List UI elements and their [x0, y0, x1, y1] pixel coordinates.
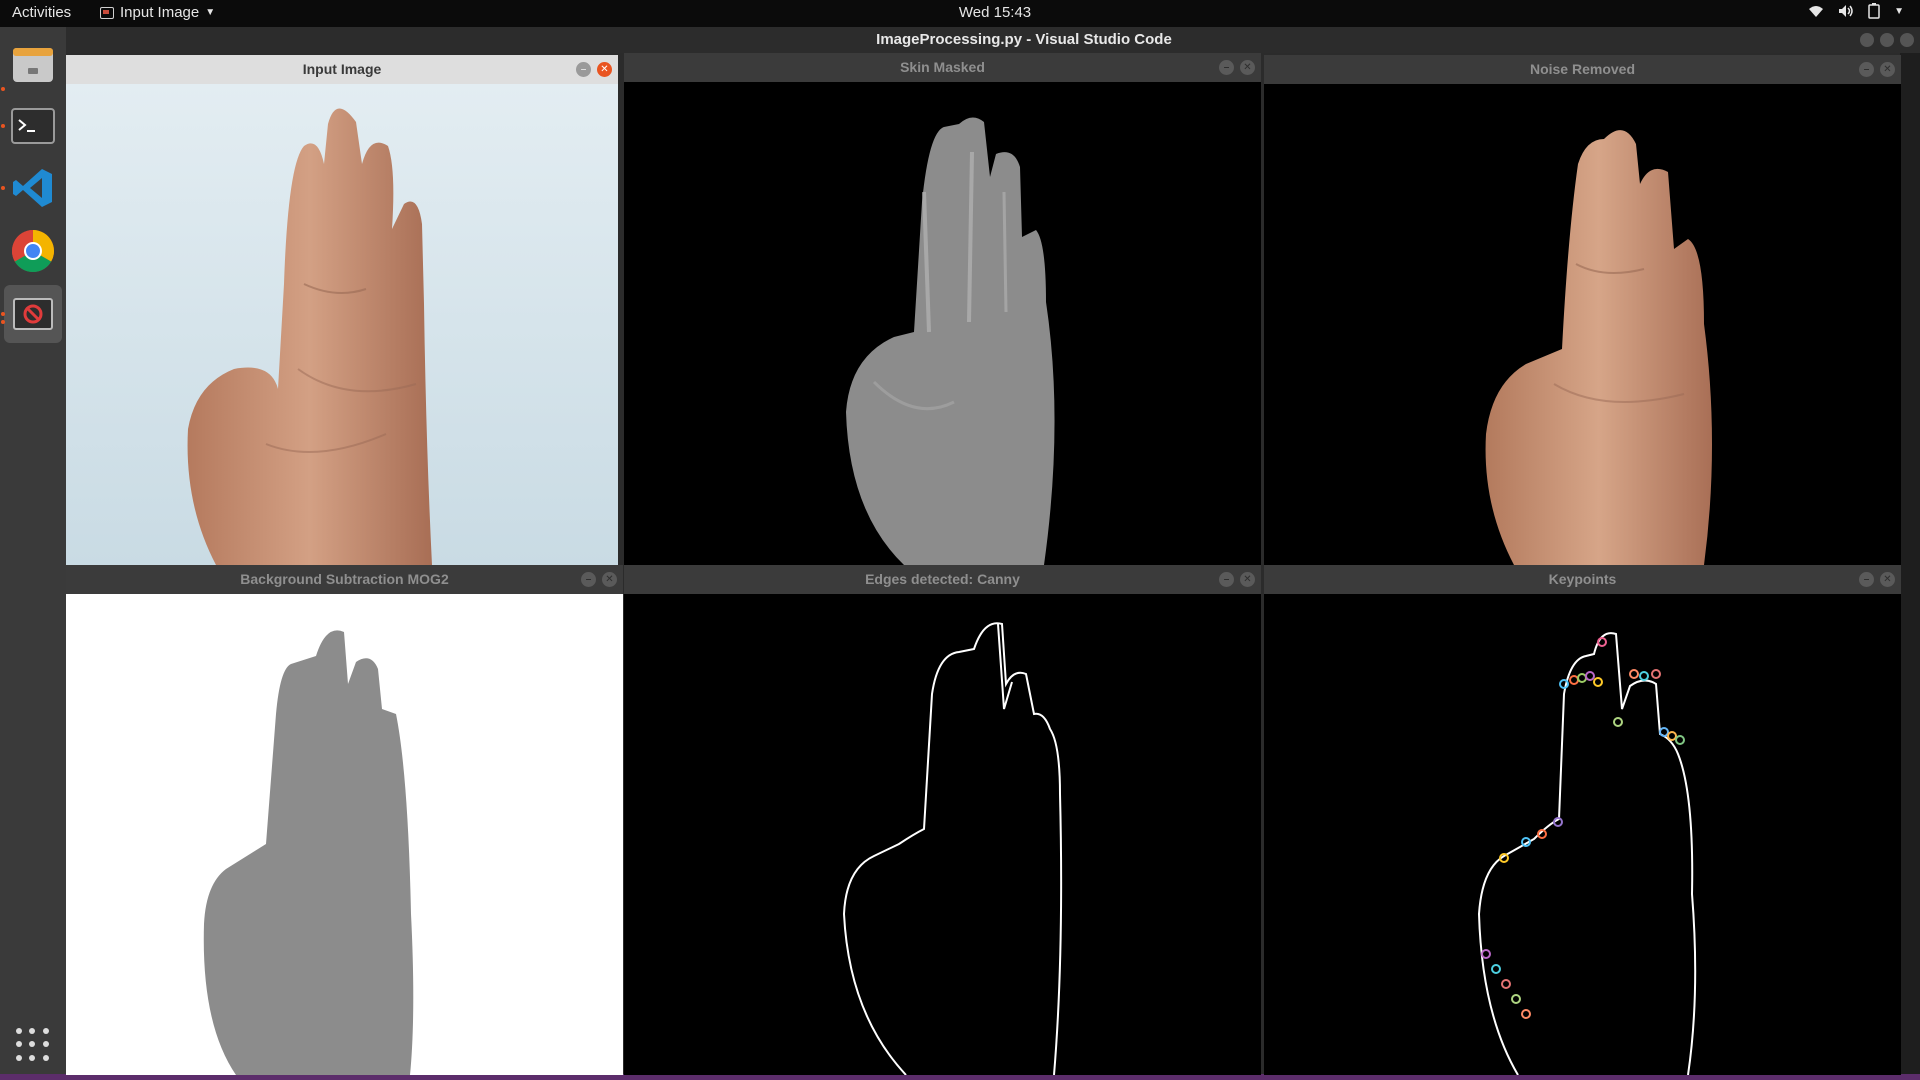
- minimize-button[interactable]: –: [1219, 60, 1234, 75]
- show-applications-icon[interactable]: [16, 1028, 50, 1062]
- window-titlebar[interactable]: Edges detected: Canny – ✕: [624, 565, 1261, 594]
- dock-chrome[interactable]: [4, 222, 62, 280]
- window-titlebar[interactable]: Keypoints – ✕: [1264, 565, 1901, 594]
- running-indicator: [1, 87, 5, 91]
- window-background-subtraction[interactable]: Background Subtraction MOG2 – ✕: [66, 565, 623, 1075]
- keypoints-view: [1264, 594, 1901, 1075]
- window-title: Keypoints: [1548, 571, 1617, 587]
- opencv-window-icon: [13, 298, 53, 330]
- window-input-image[interactable]: Input Image – ✕: [66, 55, 618, 565]
- close-button[interactable]: ✕: [1240, 60, 1255, 75]
- dock-vscode[interactable]: [4, 159, 62, 217]
- chrome-icon: [11, 230, 55, 273]
- window-skin-masked[interactable]: Skin Masked – ✕: [624, 53, 1261, 565]
- skin-masked-view: [624, 82, 1261, 565]
- minimize-button[interactable]: –: [1859, 572, 1874, 587]
- minimize-button[interactable]: –: [581, 572, 596, 587]
- edges-view: [624, 594, 1261, 1075]
- dock-terminal[interactable]: [4, 97, 62, 155]
- volume-icon: [1839, 5, 1853, 17]
- vscode-editor-edge: [1900, 53, 1920, 1080]
- window-keypoints[interactable]: Keypoints – ✕: [1264, 565, 1901, 1075]
- close-button[interactable]: ✕: [1880, 572, 1895, 587]
- background-subtraction-view: [66, 594, 623, 1075]
- minimize-button[interactable]: –: [1859, 62, 1874, 77]
- noise-removed-view: [1264, 84, 1901, 565]
- running-indicator: [1, 312, 5, 316]
- close-button[interactable]: ✕: [1880, 62, 1895, 77]
- system-tray[interactable]: ▼: [1808, 3, 1904, 19]
- close-button[interactable]: ✕: [597, 62, 612, 77]
- files-icon: [13, 48, 53, 82]
- window-title: Input Image: [302, 61, 382, 77]
- running-indicator: [1, 186, 5, 190]
- close-button[interactable]: ✕: [602, 572, 617, 587]
- dock-opencv-window[interactable]: [4, 285, 62, 343]
- noise-removed-image: [1264, 84, 1901, 565]
- top-bar: Activities Input Image ▼ Wed 15:43 ▼: [0, 0, 1920, 27]
- skin-masked-image: [624, 82, 1261, 565]
- vscode-maximize-button[interactable]: [1880, 33, 1894, 47]
- clock[interactable]: Wed 15:43: [0, 4, 1920, 21]
- battery-icon: [1868, 3, 1880, 19]
- window-titlebar[interactable]: Background Subtraction MOG2 – ✕: [66, 565, 623, 594]
- foreground-mask-image: [66, 594, 623, 1075]
- hand-photo: [66, 84, 618, 565]
- wifi-icon: [1809, 6, 1824, 17]
- close-button[interactable]: ✕: [1240, 572, 1255, 587]
- window-noise-removed[interactable]: Noise Removed – ✕: [1264, 55, 1901, 565]
- vscode-minimize-button[interactable]: [1860, 33, 1874, 47]
- window-titlebar[interactable]: Input Image – ✕: [66, 55, 618, 84]
- window-title: Background Subtraction MOG2: [240, 571, 449, 587]
- running-indicator: [1, 124, 5, 128]
- keypoints-image: [1264, 594, 1901, 1075]
- window-titlebar[interactable]: Noise Removed – ✕: [1264, 55, 1901, 84]
- vscode-window-title: ImageProcessing.py - Visual Studio Code: [66, 27, 1920, 53]
- vscode-close-button[interactable]: [1900, 33, 1914, 47]
- window-title: Noise Removed: [1529, 61, 1636, 77]
- dock: [0, 27, 66, 1080]
- dock-files[interactable]: [4, 35, 62, 93]
- window-titlebar[interactable]: Skin Masked – ✕: [624, 53, 1261, 82]
- minimize-button[interactable]: –: [1219, 572, 1234, 587]
- running-indicator: [1, 320, 5, 324]
- window-edges-canny[interactable]: Edges detected: Canny – ✕: [624, 565, 1261, 1075]
- system-menu-chevron-icon: ▼: [1894, 5, 1904, 17]
- input-image-view: [66, 84, 618, 565]
- vscode-icon: [13, 169, 52, 207]
- minimize-button[interactable]: –: [576, 62, 591, 77]
- terminal-icon: [11, 108, 55, 144]
- window-title: Edges detected: Canny: [865, 571, 1020, 587]
- canny-edges-image: [624, 594, 1261, 1075]
- window-title: Skin Masked: [900, 59, 985, 75]
